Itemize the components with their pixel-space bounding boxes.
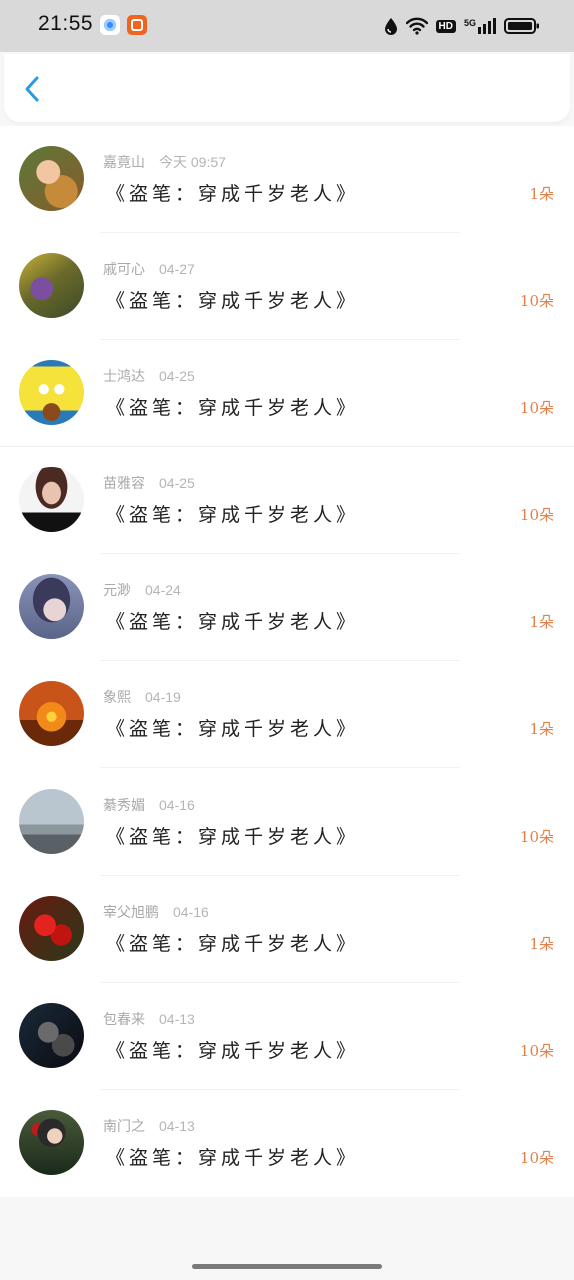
flower-count: 10朵 bbox=[519, 1148, 554, 1167]
flower-count: 1朵 bbox=[529, 934, 554, 953]
flower-count: 1朵 bbox=[529, 613, 554, 632]
item-meta: 包春来 04-13 bbox=[103, 1009, 195, 1029]
wifi-icon bbox=[405, 17, 428, 35]
item-date: 04-27 bbox=[159, 261, 195, 278]
home-indicator[interactable] bbox=[192, 1264, 382, 1269]
water-drop-icon bbox=[384, 18, 397, 35]
flower-count: 1朵 bbox=[529, 720, 554, 739]
chevron-left-icon bbox=[25, 76, 39, 102]
flower-count: 10朵 bbox=[519, 827, 554, 846]
item-date: 04-25 bbox=[159, 368, 195, 385]
item-date: 04-24 bbox=[145, 582, 181, 599]
item-meta: 元渺 04-24 bbox=[103, 580, 181, 600]
header bbox=[4, 54, 570, 122]
avatar[interactable] bbox=[19, 253, 84, 319]
user-name[interactable]: 苗雅容 bbox=[103, 476, 145, 492]
user-name[interactable]: 綦秀媚 bbox=[103, 798, 145, 814]
list-item[interactable]: 苗雅容 04-25 《盗笔：穿成千岁老人》 10朵 bbox=[0, 447, 574, 555]
book-title: 《盗笔：穿成千岁老人》 bbox=[106, 718, 360, 741]
avatar[interactable] bbox=[19, 788, 84, 854]
avatar[interactable] bbox=[19, 360, 84, 426]
user-name[interactable]: 元渺 bbox=[103, 583, 131, 599]
book-title: 《盗笔：穿成千岁老人》 bbox=[106, 397, 360, 420]
item-meta: 綦秀媚 04-16 bbox=[103, 795, 195, 815]
flower-count: 10朵 bbox=[519, 292, 554, 311]
list-item[interactable]: 宰父旭鹏 04-16 《盗笔：穿成千岁老人》 1朵 bbox=[0, 876, 574, 983]
list-item[interactable]: 象熙 04-19 《盗笔：穿成千岁老人》 1朵 bbox=[0, 661, 574, 769]
user-name[interactable]: 嘉竟山 bbox=[103, 155, 145, 171]
avatar[interactable] bbox=[19, 574, 84, 640]
avatar[interactable] bbox=[19, 467, 84, 533]
list-item[interactable]: 嘉竟山 今天 09:57 《盗笔：穿成千岁老人》 1朵 bbox=[0, 126, 574, 233]
status-indicators: HD 5G bbox=[384, 14, 540, 38]
item-date: 04-25 bbox=[159, 475, 195, 492]
book-title: 《盗笔：穿成千岁老人》 bbox=[106, 504, 360, 527]
book-title: 《盗笔：穿成千岁老人》 bbox=[106, 1039, 360, 1062]
user-name[interactable]: 戚可心 bbox=[103, 262, 145, 278]
user-name[interactable]: 包春来 bbox=[103, 1012, 145, 1028]
list-item[interactable]: 綦秀媚 04-16 《盗笔：穿成千岁老人》 10朵 bbox=[0, 769, 574, 876]
flower-count: 10朵 bbox=[519, 1041, 554, 1060]
back-button[interactable] bbox=[20, 74, 50, 104]
avatar[interactable] bbox=[19, 1002, 84, 1068]
user-name[interactable]: 宰父旭鹏 bbox=[103, 905, 159, 921]
list-item[interactable]: 南门之 04-13 《盗笔：穿成千岁老人》 10朵 bbox=[0, 1090, 574, 1197]
avatar[interactable] bbox=[19, 895, 84, 961]
item-meta: 嘉竟山 今天 09:57 bbox=[103, 152, 226, 172]
user-name[interactable]: 南门之 bbox=[103, 1119, 145, 1135]
list-item[interactable]: 元渺 04-24 《盗笔：穿成千岁老人》 1朵 bbox=[0, 554, 574, 662]
flower-count: 10朵 bbox=[519, 399, 554, 418]
item-meta: 士鸿达 04-25 bbox=[103, 366, 195, 386]
item-date: 04-16 bbox=[159, 796, 195, 813]
item-meta: 南门之 04-13 bbox=[103, 1116, 195, 1136]
status-bar: 21:55 HD 5G bbox=[0, 0, 574, 52]
item-meta: 苗雅容 04-25 bbox=[103, 473, 195, 493]
book-title: 《盗笔：穿成千岁老人》 bbox=[106, 183, 360, 205]
item-meta: 宰父旭鹏 04-16 bbox=[103, 902, 209, 922]
book-title: 《盗笔：穿成千岁老人》 bbox=[106, 825, 360, 848]
book-title: 《盗笔：穿成千岁老人》 bbox=[106, 290, 360, 313]
item-meta: 戚可心 04-27 bbox=[103, 259, 195, 279]
app-icon-orange bbox=[127, 15, 147, 35]
list-item[interactable]: 戚可心 04-27 《盗笔：穿成千岁老人》 10朵 bbox=[0, 233, 574, 341]
item-date: 04-16 bbox=[173, 903, 209, 920]
flower-count: 1朵 bbox=[529, 185, 554, 203]
book-title: 《盗笔：穿成千岁老人》 bbox=[106, 1146, 360, 1169]
avatar[interactable] bbox=[19, 681, 84, 747]
status-time: 21:55 bbox=[38, 12, 94, 35]
item-meta: 象熙 04-19 bbox=[103, 687, 181, 707]
signal-icon: 5G bbox=[464, 18, 496, 34]
user-name[interactable]: 士鸿达 bbox=[103, 369, 145, 385]
avatar[interactable] bbox=[19, 1109, 84, 1175]
item-date: 04-13 bbox=[159, 1117, 195, 1134]
book-title: 《盗笔：穿成千岁老人》 bbox=[106, 611, 360, 634]
item-date: 04-13 bbox=[159, 1010, 195, 1027]
list-item[interactable]: 包春来 04-13 《盗笔：穿成千岁老人》 10朵 bbox=[0, 983, 574, 1090]
item-date: 今天 09:57 bbox=[159, 154, 226, 170]
gift-record-list: 嘉竟山 今天 09:57 《盗笔：穿成千岁老人》 1朵 戚可心 04-27 《盗笔：… bbox=[0, 126, 574, 1197]
flower-count: 10朵 bbox=[519, 506, 554, 525]
user-name[interactable]: 象熙 bbox=[103, 690, 131, 706]
list-item[interactable]: 士鸿达 04-25 《盗笔：穿成千岁老人》 10朵 bbox=[0, 340, 574, 448]
network-type-label: 5G bbox=[463, 18, 476, 28]
book-title: 《盗笔：穿成千岁老人》 bbox=[106, 932, 360, 955]
screen: 21:55 HD 5G 嘉竟山 今天 09:57 《盗笔：穿成千岁老人》 1朵 … bbox=[0, 0, 574, 1280]
item-date: 04-19 bbox=[145, 689, 181, 706]
hd-badge: HD bbox=[435, 19, 456, 33]
app-icon-blue bbox=[100, 15, 120, 35]
avatar[interactable] bbox=[19, 146, 84, 211]
battery-icon bbox=[504, 18, 539, 34]
